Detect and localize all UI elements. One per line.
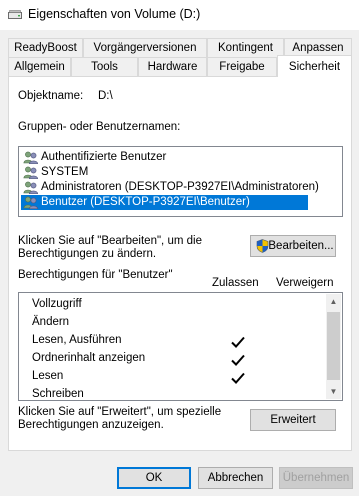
permission-name: Ändern [32,316,70,328]
user-group-icon [23,196,39,209]
list-item-users-selected[interactable]: Benutzer (DESKTOP-P3927EI\Benutzer) [21,195,308,210]
permissions-listbox[interactable]: Vollzugriff Ändern Lesen, Ausführen Ordn… [18,292,343,401]
permission-row-ordnerinhalt-anzeigen: Ordnerinhalt anzeigen [32,349,145,367]
properties-window: Eigenschaften von Volume (D:) ReadyBoost… [0,0,359,496]
permission-name: Lesen, Ausführen [32,334,122,346]
user-name: Administratoren (DESKTOP-P3927EI\Adminis… [41,181,319,193]
permission-name: Schreiben [32,388,84,400]
advanced-button[interactable]: Erweitert [250,409,336,431]
edit-button[interactable]: Bearbeiten... [250,235,336,257]
permission-name: Ordnerinhalt anzeigen [32,352,146,364]
scroll-thumb[interactable] [327,312,340,380]
window-title: Eigenschaften von Volume (D:) [28,7,201,21]
ok-button-label: OK [145,472,163,484]
user-name: Authentifizierte Benutzer [41,151,167,163]
tab-tools[interactable]: Tools [71,57,138,76]
cancel-button[interactable]: Abbrechen [198,467,273,489]
user-listbox[interactable]: Authentifizierte Benutzer SYSTEM Adminis… [18,146,343,217]
tab-sicherheit[interactable]: Sicherheit [277,55,352,77]
edit-hint-line1: Klicken Sie auf "Bearbeiten", um die [18,235,202,247]
cancel-button-label: Abbrechen [207,472,264,484]
groups-label: Gruppen- oder Benutzernamen: [18,121,181,133]
tab-row-bottom: Allgemein Tools Hardware Freigabe Sicher… [0,55,359,77]
column-allow-header: Zulassen [212,277,259,289]
permission-name: Vollzugriff [32,298,82,310]
edit-button-label: Bearbeiten... [268,240,334,252]
permission-row-aendern: Ändern [32,313,69,331]
user-group-icon [23,151,39,164]
advanced-button-label: Erweitert [270,414,316,426]
apply-button-label: Übernehmen [282,472,350,484]
permission-row-lesen-ausfuehren: Lesen, Ausführen [32,331,122,349]
list-item-administrators[interactable]: Administratoren (DESKTOP-P3927EI\Adminis… [21,180,341,195]
object-name-label: Objektname: [18,90,84,102]
advanced-hint-line2: Berechtigungen anzuzeigen. [18,419,164,431]
drive-icon [8,10,22,19]
scroll-up-arrow-icon[interactable]: ▲ [326,294,341,309]
column-deny-header: Verweigern [276,277,334,289]
advanced-hint-line1: Klicken Sie auf "Erweitert", um speziell… [18,406,222,418]
user-name: Benutzer (DESKTOP-P3927EI\Benutzer) [41,196,250,208]
tab-kontingent[interactable]: Kontingent [207,38,284,57]
uac-shield-icon [256,239,269,253]
permissions-scrollbar[interactable]: ▲ ▼ [326,294,341,399]
permission-row-lesen: Lesen [32,367,63,385]
checkmark-icon [231,336,245,348]
user-group-icon [23,181,39,194]
tab-allgemein[interactable]: Allgemein [8,57,71,76]
tab-vorgaengerversionen[interactable]: Vorgängerversionen [83,38,207,57]
apply-button[interactable]: Übernehmen [279,467,353,489]
permissions-title: Berechtigungen für "Benutzer" [18,269,173,281]
checkmark-icon [231,372,245,384]
user-name: SYSTEM [41,166,89,178]
title-bar[interactable]: Eigenschaften von Volume (D:) [0,0,359,30]
tab-freigabe[interactable]: Freigabe [207,57,277,76]
permission-row-schreiben: Schreiben [32,385,84,400]
checkmark-icon [231,354,245,366]
edit-hint-line2: Berechtigungen zu ändern. [18,248,157,260]
tab-hardware[interactable]: Hardware [138,57,207,76]
tab-readyboost[interactable]: ReadyBoost [8,38,83,57]
permission-row-vollzugriff: Vollzugriff [32,295,82,313]
scroll-down-arrow-icon[interactable]: ▼ [326,384,341,399]
ok-button[interactable]: OK [117,467,191,489]
object-name-value: D:\ [98,90,113,102]
user-group-icon [23,166,39,179]
security-panel: Objektname: D:\ Gruppen- oder Benutzerna… [8,76,352,451]
list-item-system[interactable]: SYSTEM [21,165,341,180]
list-item-authenticated-users[interactable]: Authentifizierte Benutzer [21,150,341,165]
permission-name: Lesen [32,370,64,382]
